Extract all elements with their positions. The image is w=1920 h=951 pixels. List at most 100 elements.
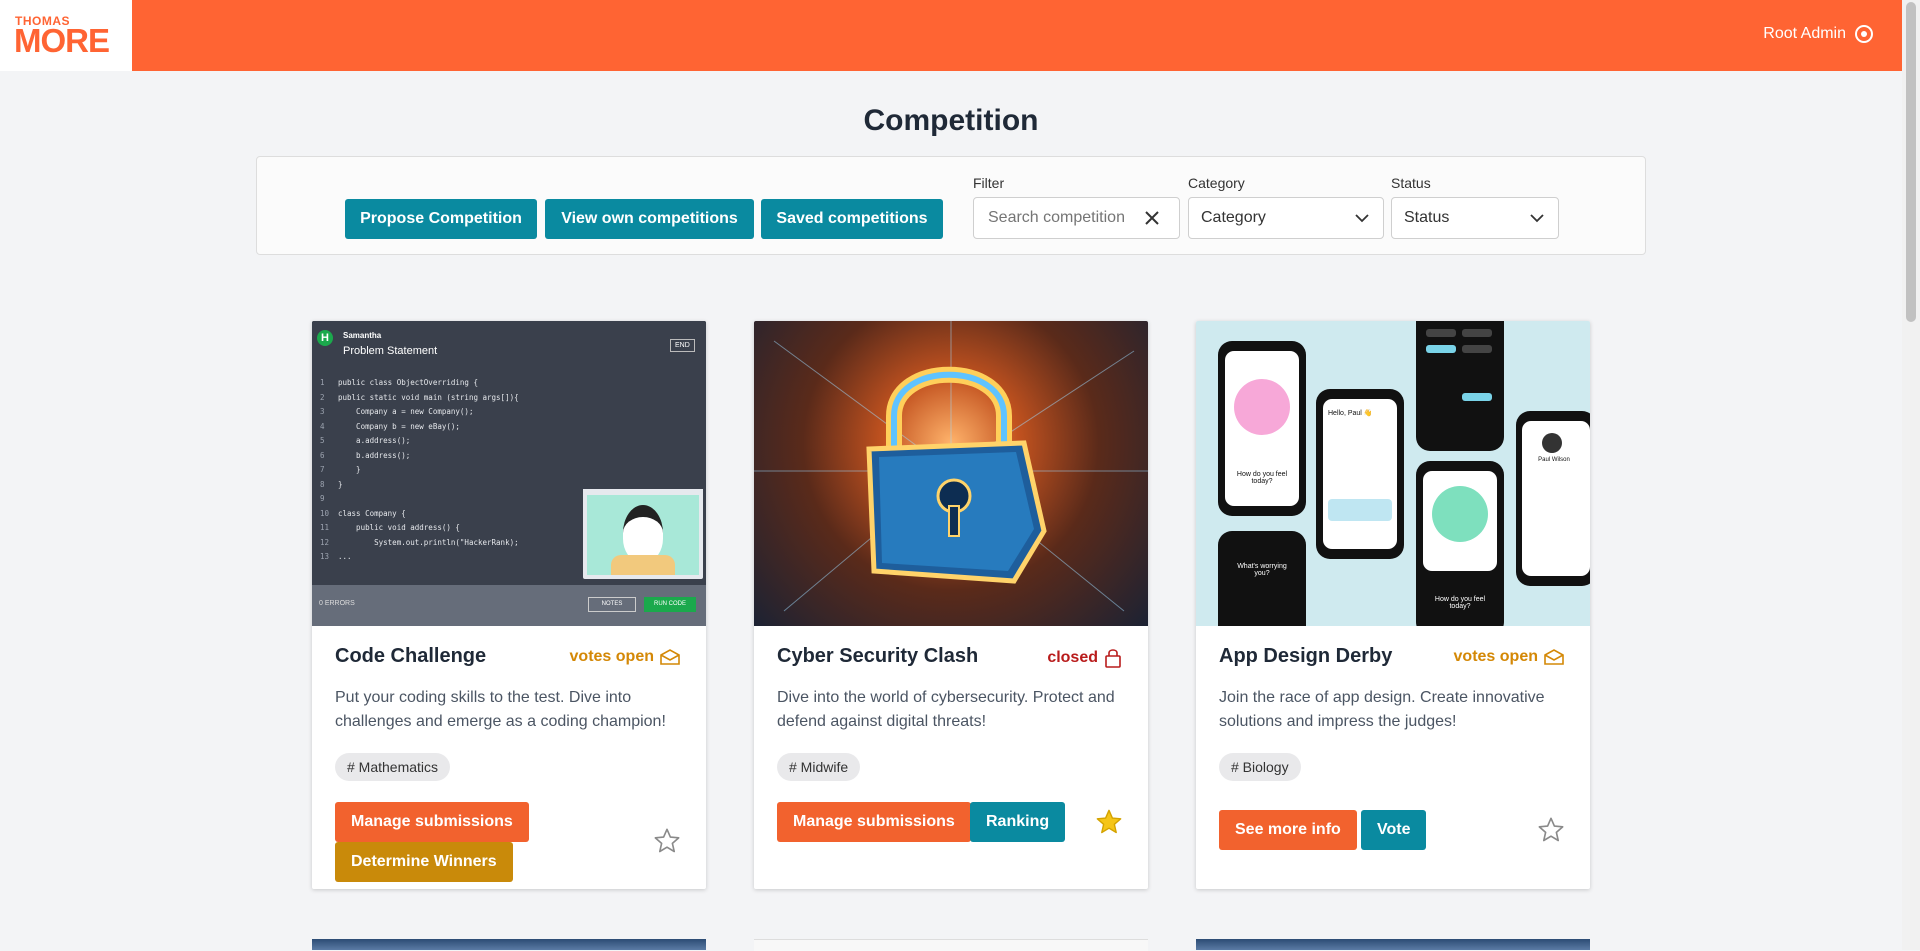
card-title[interactable]: Cyber Security Clash — [777, 645, 978, 668]
code-line: 3 Company a = new Company(); — [320, 405, 519, 420]
app-question: How do you feel today? — [1236, 471, 1288, 485]
padlock-illustration — [754, 321, 1148, 612]
competition-card-partial — [1196, 939, 1590, 950]
code-line: 4 Company b = new eBay(); — [320, 420, 519, 435]
status-label: Status — [1391, 175, 1431, 191]
view-own-competitions-button[interactable]: View own competitions — [545, 199, 754, 239]
editor-footer: 0 ERRORS NOTES RUN CODE — [312, 585, 706, 626]
code-line: 5 a.address(); — [320, 434, 519, 449]
line-number: 7 — [320, 465, 325, 474]
envelope-open-icon — [1544, 649, 1564, 665]
manage-submissions-button[interactable]: Manage submissions — [777, 802, 971, 842]
app-greeting: Hello, Paul 👋 — [1328, 410, 1373, 417]
search-field — [973, 197, 1180, 239]
code-text: Company b = new eBay(); — [338, 421, 460, 431]
code-line: 11 public void address() { — [320, 521, 519, 536]
code-text: ... — [338, 552, 352, 561]
determine-winners-button[interactable]: Determine Winners — [335, 842, 513, 882]
line-number: 1 — [320, 378, 325, 387]
status-select[interactable]: Status — [1391, 197, 1559, 239]
line-number: 9 — [320, 494, 325, 503]
star-icon[interactable] — [1095, 808, 1123, 836]
code-text: } — [338, 479, 343, 489]
line-number: 11 — [320, 523, 330, 532]
line-number: 2 — [320, 392, 325, 402]
code-line: 6 b.address(); — [320, 449, 519, 464]
app-worry-question: What's worrying you? — [1237, 563, 1287, 577]
saved-competitions-button[interactable]: Saved competitions — [761, 199, 943, 239]
competition-card: H Samantha Problem Statement END 1 public… — [312, 321, 706, 889]
card-image-code-editor: H Samantha Problem Statement END 1 public… — [312, 321, 706, 626]
hackerrank-icon: H — [317, 330, 333, 346]
card-image-padlock — [754, 321, 1148, 626]
interviewer-name: Samantha — [343, 331, 382, 340]
line-number: 13 — [320, 552, 330, 561]
power-icon — [1855, 25, 1873, 43]
line-number: 3 — [320, 407, 325, 416]
end-button: END — [670, 339, 695, 352]
star-icon[interactable] — [1537, 816, 1565, 844]
competition-card-partial — [312, 939, 706, 950]
code-line: 13... — [320, 550, 519, 565]
user-menu[interactable]: Root Admin — [1763, 24, 1874, 44]
scrollbar[interactable] — [1902, 0, 1920, 950]
card-title[interactable]: Code Challenge — [335, 645, 486, 668]
competition-card: Cyber Security Clash closed Dive into th… — [754, 321, 1148, 889]
code-line: 8} — [320, 478, 519, 493]
logo-text-bottom: MORE — [14, 22, 110, 59]
lock-icon — [1105, 649, 1121, 668]
code-block: 1 public class ObjectOverriding {2 public … — [320, 376, 519, 565]
category-label: Category — [1188, 175, 1245, 191]
code-text: public class ObjectOverriding { — [338, 378, 478, 387]
code-line: 10 class Company { — [320, 507, 519, 522]
problem-heading: Problem Statement — [343, 345, 438, 357]
chevron-down-icon — [1530, 214, 1544, 223]
ranking-button[interactable]: Ranking — [970, 802, 1066, 842]
clear-icon[interactable] — [1144, 210, 1160, 226]
code-text: System.out.println("HackerRank); — [338, 537, 519, 547]
code-text: public void address() { — [338, 523, 460, 532]
status-value: Status — [1404, 209, 1450, 226]
line-number: 4 — [320, 421, 325, 431]
card-title[interactable]: App Design Derby — [1219, 645, 1392, 668]
page-title: Competition — [863, 104, 1039, 137]
manage-submissions-button[interactable]: Manage submissions — [335, 802, 529, 842]
competition-card: How do you feel today? Hello, Paul 👋 Wha… — [1196, 321, 1590, 889]
vote-button[interactable]: Vote — [1361, 810, 1427, 850]
propose-competition-button[interactable]: Propose Competition — [345, 199, 537, 239]
category-select[interactable]: Category — [1188, 197, 1384, 239]
run-code-button: RUN CODE — [644, 597, 696, 612]
code-text: Company a = new Company(); — [338, 407, 474, 416]
code-line: 7 } — [320, 463, 519, 478]
card-description: Join the race of app design. Create inno… — [1219, 689, 1545, 730]
chevron-down-icon — [1355, 214, 1369, 223]
status-badge: votes open — [570, 648, 680, 666]
code-line: 2 public static void main (string args[])… — [320, 391, 519, 406]
line-number: 8 — [320, 479, 325, 489]
search-input[interactable] — [986, 208, 1140, 228]
filter-panel: Propose Competition View own competition… — [256, 156, 1646, 255]
logo[interactable]: THOMAS MORE — [0, 0, 132, 71]
code-line: 12 System.out.println("HackerRank); — [320, 536, 519, 551]
top-bar: THOMAS MORE Root Admin — [0, 0, 1902, 71]
code-text: a.address(); — [338, 436, 411, 445]
line-number: 10 — [320, 508, 330, 518]
scrollbar-thumb[interactable] — [1906, 2, 1916, 322]
line-number: 12 — [320, 537, 330, 547]
competition-card-partial — [754, 939, 1148, 951]
status-badge: closed — [1047, 648, 1122, 668]
category-tag: # Biology — [1219, 753, 1301, 781]
code-line: 1 public class ObjectOverriding { — [320, 376, 519, 391]
app-question-2: How do you feel today? — [1434, 596, 1486, 610]
user-name: Root Admin — [1763, 25, 1846, 42]
see-more-info-button[interactable]: See more info — [1219, 810, 1357, 850]
card-description: Put your coding skills to the test. Dive… — [335, 689, 666, 730]
code-line: 9 — [320, 492, 519, 507]
filter-label: Filter — [973, 175, 1005, 191]
category-tag: # Midwife — [777, 753, 861, 781]
envelope-open-icon — [660, 649, 680, 665]
star-icon[interactable] — [653, 827, 681, 855]
category-tag: # Mathematics — [335, 753, 451, 781]
code-text: } — [338, 465, 361, 474]
status-badge: votes open — [1454, 648, 1564, 666]
